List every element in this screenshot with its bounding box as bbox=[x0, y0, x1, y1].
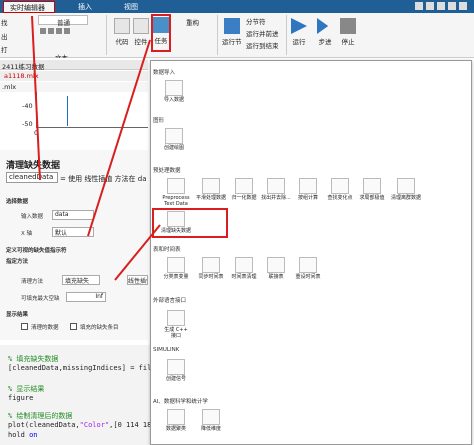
annotation-arrows bbox=[31, 15, 161, 281]
arrow-to-task bbox=[87, 39, 151, 237]
arrow-to-clean-missing bbox=[114, 224, 161, 281]
arrow-to-tab bbox=[31, 15, 41, 181]
